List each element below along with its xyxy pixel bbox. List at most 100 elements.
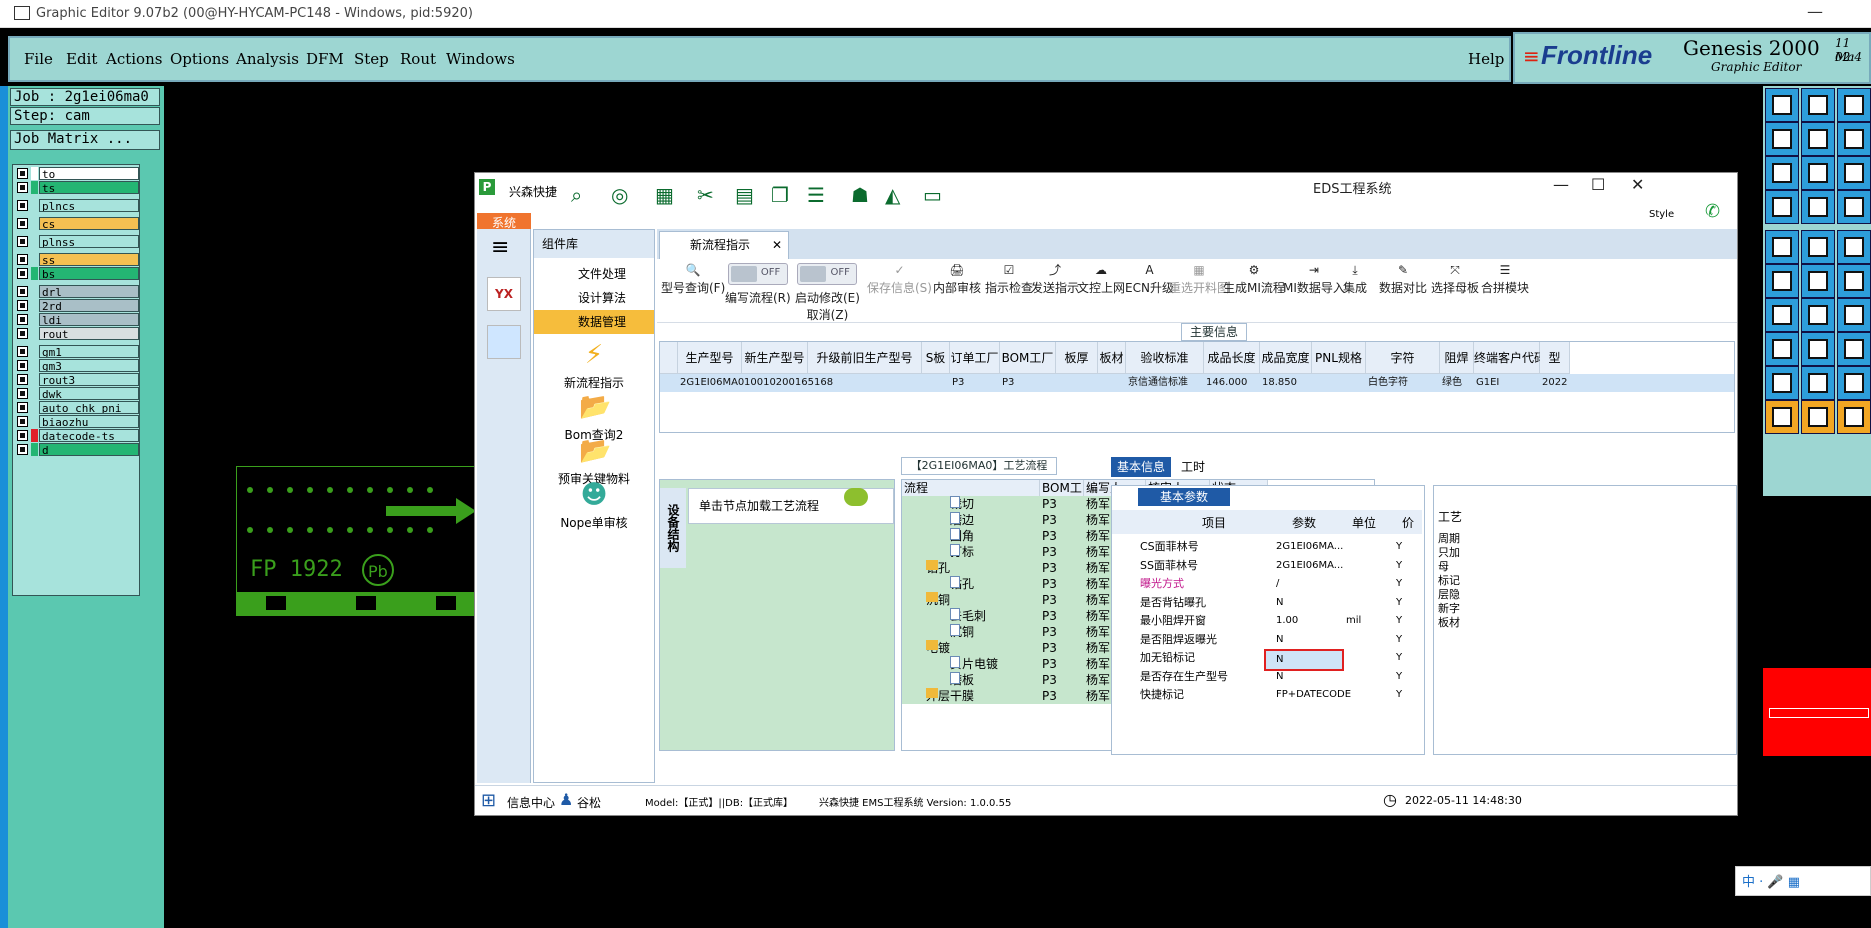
zoom-icon[interactable] [1801, 230, 1835, 264]
back-icon[interactable] [1765, 400, 1799, 434]
basic-param-row[interactable]: CS面菲林号 2G1EI06MA... Y [1112, 538, 1422, 556]
layer-checkbox[interactable] [17, 328, 28, 339]
menu-analysis[interactable]: Analysis [236, 50, 299, 68]
measure-icon[interactable] [1837, 122, 1871, 156]
column-header[interactable]: BOM工厂 [1000, 342, 1056, 374]
search-icon[interactable]: ⌕ [571, 185, 595, 205]
basic-column-header[interactable]: 单位 [1352, 514, 1376, 531]
menu-rout[interactable]: Rout [400, 50, 436, 68]
eds-close-button[interactable]: ✕ [1631, 175, 1644, 194]
minimize-button[interactable]: — [1807, 2, 1823, 21]
monitor-icon[interactable]: ▭ [923, 185, 947, 205]
ribbon-button-9[interactable]: ▦ 重选开料图 [1169, 263, 1229, 296]
basic-param-row[interactable]: 是否阻焊返曝光 N Y [1112, 631, 1422, 649]
layer-checkbox[interactable] [17, 236, 28, 247]
column-header[interactable]: S板 [922, 342, 950, 374]
param-value[interactable]: FP+DATECODE [1276, 686, 1351, 704]
column-header[interactable]: 验收标准 [1126, 342, 1204, 374]
layer-checkbox[interactable] [17, 360, 28, 371]
select-icon[interactable] [1837, 190, 1871, 224]
pan-icon[interactable] [1765, 366, 1799, 400]
column-header[interactable]: PNL规格 [1312, 342, 1366, 374]
basic-param-row[interactable]: 加无铅标记 N Y [1112, 649, 1422, 671]
copy-icon[interactable]: ❐ [771, 185, 795, 205]
hamburger-icon[interactable]: ≡ [491, 235, 509, 260]
basic-param-row[interactable]: 曝光方式 / Y [1112, 575, 1422, 593]
ribbon-button-8[interactable]: A ECN升级 [1125, 263, 1174, 296]
move-icon[interactable] [1801, 298, 1835, 332]
layer-row[interactable]: cs [17, 217, 139, 230]
info-center-link[interactable]: 信息中心 [507, 794, 555, 811]
column-header[interactable]: 型 [1540, 342, 1570, 374]
ime-toolbar[interactable]: 中 · 🎤 ▦ [1735, 866, 1871, 896]
ribbon-button-6[interactable]: ⤴ 发送指示 [1031, 263, 1079, 296]
chart-icon[interactable]: ◭ [885, 185, 909, 205]
forward-icon[interactable] [1801, 122, 1835, 156]
globe-icon[interactable]: ◎ [611, 185, 635, 205]
column-header[interactable]: 生产型号 [678, 342, 742, 374]
layer-checkbox[interactable] [17, 402, 28, 413]
layer-row[interactable]: gm3 [17, 359, 139, 372]
comp-item-file[interactable]: 文件处理 [534, 262, 654, 286]
grid-icon[interactable] [1801, 190, 1835, 224]
ribbon-button-13[interactable]: ✎ 数据对比 [1379, 263, 1427, 296]
menu-step[interactable]: Step [354, 50, 389, 68]
calculator-icon[interactable] [487, 325, 521, 359]
layer-row[interactable]: auto_chk_pni [17, 401, 139, 414]
layer-checkbox[interactable] [17, 182, 28, 193]
basic-param-row[interactable]: 是否背钻曝孔 N Y [1112, 594, 1422, 612]
layer-checkbox[interactable] [17, 374, 28, 385]
layer-checkbox[interactable] [17, 416, 28, 427]
param-value[interactable]: 2G1EI06MA... [1276, 538, 1343, 556]
ribbon-button-12[interactable]: ⤓ 集成 [1343, 263, 1367, 296]
column-header[interactable]: 升级前旧生产型号 [808, 342, 922, 374]
ribbon-button-11[interactable]: ⇥ MI数据导入 [1283, 263, 1345, 296]
layer-row[interactable]: 2rd [17, 299, 139, 312]
param-value[interactable]: / [1276, 575, 1279, 593]
layer-checkbox[interactable] [17, 300, 28, 311]
basic-param-row[interactable]: 最小阻焊开窗 1.00 mil Y [1112, 612, 1422, 630]
layer-row[interactable]: rout [17, 327, 139, 340]
layer-row[interactable]: ts [17, 181, 139, 194]
new-flow-item[interactable]: ⚡ 新流程指示 [534, 340, 654, 391]
eds-minimize-button[interactable]: — [1553, 175, 1569, 194]
layer-row[interactable]: to [17, 167, 139, 180]
layer-row[interactable]: dwk [17, 387, 139, 400]
pan-icon[interactable] [1765, 88, 1799, 122]
menu-actions[interactable]: Actions [106, 50, 162, 68]
param-value[interactable]: 1.00 [1276, 612, 1298, 630]
back-icon[interactable] [1765, 264, 1799, 298]
basic-column-header[interactable]: 项目 [1202, 514, 1226, 531]
forward-icon[interactable] [1801, 264, 1835, 298]
layer-row[interactable]: ss [17, 253, 139, 266]
column-header[interactable]: 板厚 [1056, 342, 1098, 374]
layer-checkbox[interactable] [17, 268, 28, 279]
style-menu[interactable]: Style [1649, 209, 1674, 220]
ribbon-button-2[interactable]: OFF 启动修改(E) 取消(Z) [795, 263, 860, 323]
snap-icon[interactable] [1837, 156, 1871, 190]
nope-review-item[interactable]: ☻ Nope单审核 [534, 480, 654, 531]
select-icon[interactable] [1837, 332, 1871, 366]
layer-row[interactable]: ldi [17, 313, 139, 326]
param-value[interactable]: N [1276, 668, 1283, 686]
home-icon[interactable] [1837, 230, 1871, 264]
grid-icon[interactable]: ▦ [655, 185, 679, 205]
pcb-board-view[interactable]: FP 1922 Pb [236, 466, 476, 622]
pan-icon[interactable] [1765, 230, 1799, 264]
tab-work-hours[interactable]: 工时 [1175, 457, 1211, 477]
flow-column-header[interactable]: 流程 [902, 480, 1040, 496]
close-icon[interactable]: ✕ [772, 232, 782, 258]
ribbon-button-3[interactable]: ✓ 保存信息(S) [867, 263, 932, 296]
flow-column-header[interactable]: BOM工厂 [1040, 480, 1084, 511]
phone-icon[interactable]: ✆ [1705, 201, 1720, 222]
layer-checkbox[interactable] [17, 168, 28, 179]
measure-icon[interactable] [1837, 400, 1871, 434]
menu-options[interactable]: Options [170, 50, 229, 68]
param-value[interactable]: N [1276, 594, 1283, 612]
layer-checkbox[interactable] [17, 430, 28, 441]
layer-checkbox[interactable] [17, 388, 28, 399]
layer-row[interactable]: rout3 [17, 373, 139, 386]
comp-item-algorithm[interactable]: 设计算法 [534, 286, 654, 310]
ribbon-button-10[interactable]: ⚙ 生成MI流程 [1223, 263, 1285, 296]
scissors-icon[interactable]: ✂ [697, 185, 721, 205]
